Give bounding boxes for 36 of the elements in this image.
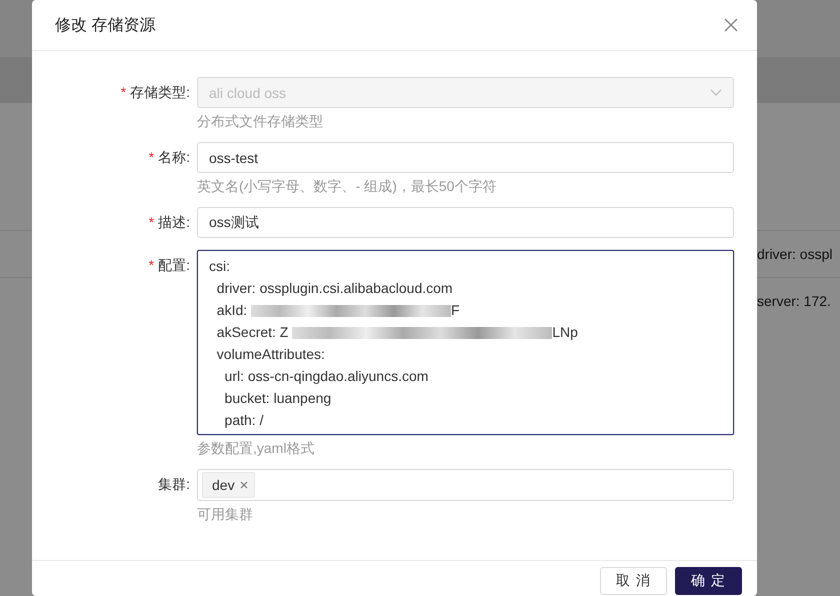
yaml-line: path: /	[224, 412, 264, 428]
yaml-line-tail: LNp	[552, 324, 578, 340]
dialog-title: 修改 存储资源	[55, 16, 156, 36]
yaml-line: akId:	[216, 302, 248, 318]
help-text: 参数配置,yaml格式	[197, 439, 316, 457]
help-text: 英文名(小写字母、数字、- 组成)，最长50个字符	[197, 177, 498, 195]
table-cell-text: driver: osspl	[757, 246, 834, 262]
close-icon[interactable]	[724, 18, 738, 32]
yaml-line: driver: ossplugin.csi.alibabacloud.com	[216, 280, 453, 296]
cluster-select[interactable]: dev	[197, 469, 734, 501]
help-text: 可用集群	[197, 505, 254, 523]
required-mark: *	[148, 257, 154, 273]
required-mark: *	[148, 214, 154, 230]
yaml-line-tail: F	[451, 302, 460, 318]
confirm-button[interactable]: 确 定	[675, 567, 742, 595]
required-mark: *	[120, 84, 126, 100]
text-input[interactable]: oss测试	[197, 207, 734, 238]
yaml-line: csi:	[209, 258, 230, 274]
text-input[interactable]: oss-test	[197, 142, 734, 173]
yaml-line: bucket: luanpeng	[224, 390, 332, 406]
field-label: 存储类型:	[130, 84, 190, 100]
config-textarea[interactable]: csi: driver: ossplugin.csi.alibabacloud.com akId: F akSecret: Z LNp volumeAttributes: url: oss-cn-qingdao.aliyuncs.com bucket: luanpeng path: /	[197, 250, 734, 435]
help-text: 分布式文件存储类型	[197, 112, 324, 130]
yaml-line: volumeAttributes:	[216, 346, 325, 362]
table-cell-text: server: 172.	[757, 293, 832, 309]
field-label: 描述:	[158, 214, 190, 230]
required-mark: *	[148, 149, 154, 165]
chevron-down-icon	[710, 89, 722, 96]
cancel-button[interactable]: 取 消	[600, 567, 668, 595]
yaml-line: url: oss-cn-qingdao.aliyuncs.com	[224, 368, 428, 384]
remove-icon[interactable]	[240, 481, 248, 489]
yaml-line: akSecret: Z	[216, 324, 288, 340]
tag-label: dev	[212, 477, 235, 493]
field-label: 名称:	[158, 149, 190, 165]
field-label: 配置:	[158, 257, 190, 273]
field-label: 集群:	[158, 476, 190, 492]
